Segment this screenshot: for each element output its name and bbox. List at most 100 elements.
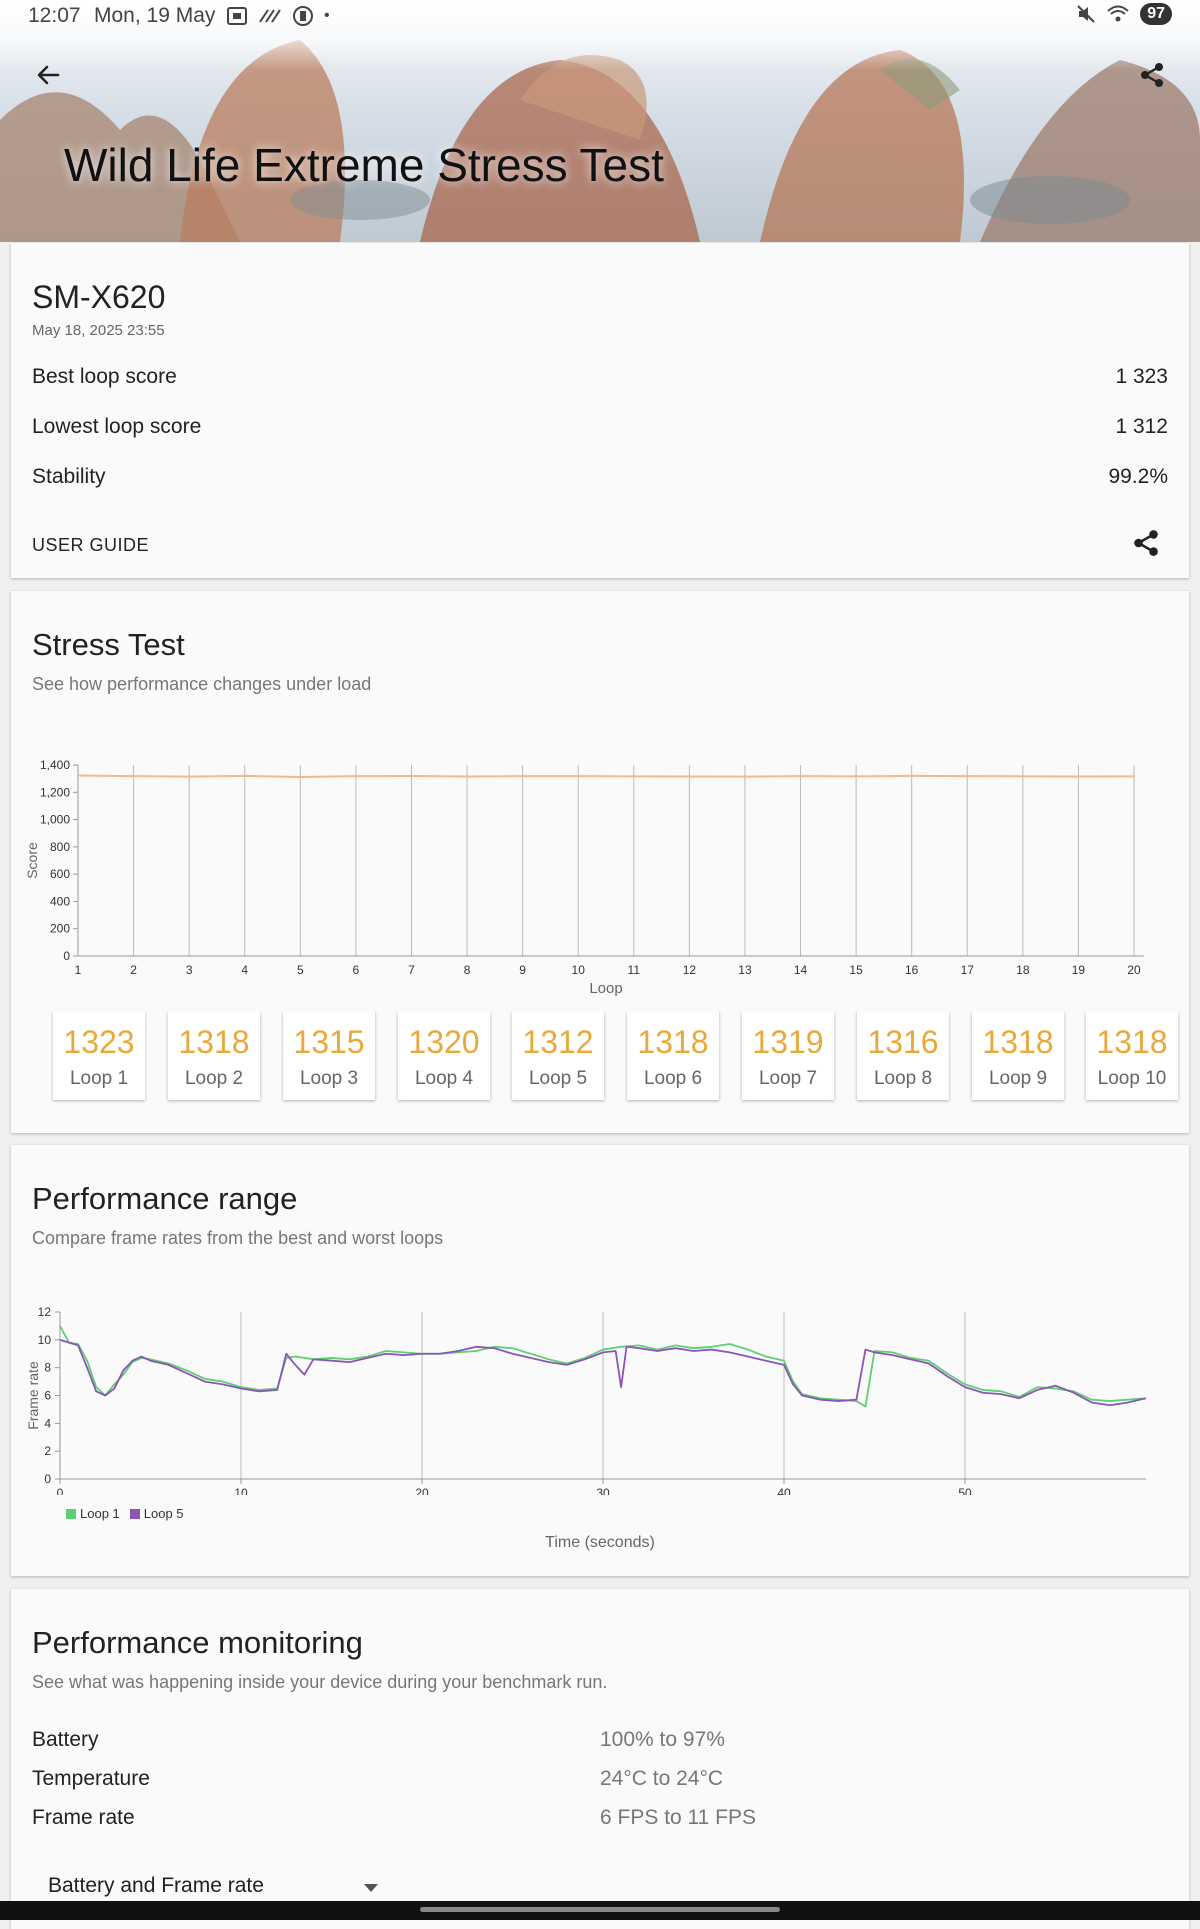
status-date: Mon, 19 May xyxy=(94,4,216,27)
x-tick-label: 2 xyxy=(130,963,137,977)
dropdown-value: Battery and Frame rate xyxy=(48,1874,264,1897)
loop-label: Loop 1 xyxy=(69,1068,129,1089)
score-point xyxy=(910,774,913,778)
loop-tile[interactable]: 1319 Loop 7 xyxy=(742,1012,834,1100)
y-tick-label: 1,400 xyxy=(40,758,70,772)
score-point xyxy=(1021,775,1025,778)
legend-swatch xyxy=(66,1509,76,1519)
chart-legend: Loop 1 Loop 5 xyxy=(66,1506,184,1521)
loop-label: Loop 8 xyxy=(873,1068,933,1089)
loop-tile[interactable]: 1316 Loop 8 xyxy=(857,1012,949,1100)
test-date: May 18, 2025 23:55 xyxy=(32,322,165,339)
x-tick-label: 5 xyxy=(297,963,304,977)
x-tick-label: 30 xyxy=(596,1486,610,1495)
section-title: Performance range xyxy=(32,1181,298,1216)
row-value: 99.2% xyxy=(1108,465,1168,488)
y-tick-label: 800 xyxy=(50,840,70,854)
dot-icon: • xyxy=(324,7,330,24)
score-point xyxy=(966,774,969,778)
loop-score: 1315 xyxy=(293,1024,365,1060)
wifi-icon xyxy=(1107,5,1129,22)
x-tick-label: 13 xyxy=(738,963,752,977)
loop-label: Loop 9 xyxy=(988,1068,1048,1089)
row-label: Stability xyxy=(32,465,106,488)
loop-tile[interactable]: 1318 Loop 2 xyxy=(168,1012,260,1100)
legend-swatch xyxy=(129,1509,140,1519)
loop-tile[interactable]: 1318 Loop 6 xyxy=(627,1012,719,1100)
loop-label: Loop 3 xyxy=(299,1068,359,1089)
y-tick-label: 12 xyxy=(38,1305,52,1319)
navigation-bar xyxy=(0,1901,1200,1920)
row-value: 6 FPS to 11 FPS xyxy=(600,1806,757,1829)
score-point xyxy=(799,774,802,778)
x-tick-label: 6 xyxy=(353,963,360,977)
score-point xyxy=(632,775,635,778)
score-point xyxy=(243,774,246,778)
frame-rate-chart: 0 2 4 6 8 10 12 0 10 20 30 40 50 Frame rate xyxy=(25,1305,1147,1495)
y-tick-label: 10 xyxy=(38,1333,52,1347)
x-axis-title: Loop xyxy=(589,980,622,997)
stress-test-card: Stress Test See how performance changes … xyxy=(11,591,1189,1133)
score-point xyxy=(299,775,302,779)
loop-label: Loop 7 xyxy=(758,1068,818,1089)
x-tick-label: 3 xyxy=(186,963,193,977)
loop-score: 1318 xyxy=(1096,1024,1168,1060)
x-tick-label: 15 xyxy=(849,963,863,977)
x-tick-label: 40 xyxy=(777,1486,791,1495)
performance-monitoring-card: Performance monitoring See what was happ… xyxy=(11,1589,1189,1929)
x-tick-label: 20 xyxy=(1127,963,1141,977)
loop-label: Loop 10 xyxy=(1097,1068,1167,1089)
loop-score: 1320 xyxy=(408,1024,480,1060)
loop-tile[interactable]: 1320 Loop 4 xyxy=(398,1012,490,1100)
loop-label: Loop 5 xyxy=(528,1068,588,1089)
x-tick-label: 17 xyxy=(961,963,975,977)
summary-card: SM-X620 May 18, 2025 23:55 Best loop sco… xyxy=(11,243,1189,578)
screenshot-icon xyxy=(227,7,247,25)
user-guide-link[interactable]: USER GUIDE xyxy=(32,535,149,556)
performance-range-card: Performance range Compare frame rates fr… xyxy=(11,1145,1189,1576)
x-tick-label: 19 xyxy=(1072,963,1086,977)
mute-icon xyxy=(1077,5,1095,23)
y-tick-label: 1,000 xyxy=(40,813,70,827)
score-point xyxy=(1132,775,1136,778)
loop-tile[interactable]: 1323 Loop 1 xyxy=(53,1012,145,1100)
loop-score: 1323 xyxy=(63,1024,135,1060)
loop-tile[interactable]: 1315 Loop 3 xyxy=(283,1012,375,1100)
share-result-button[interactable] xyxy=(1131,528,1165,562)
loop-score: 1318 xyxy=(178,1024,250,1060)
score-point xyxy=(76,774,80,777)
y-tick-label: 6 xyxy=(44,1389,51,1403)
loop-tile[interactable]: 1318 Loop 10 xyxy=(1086,1012,1178,1100)
x-tick-label: 9 xyxy=(519,963,526,977)
section-title: Stress Test xyxy=(32,627,185,662)
battery-icon: 97 xyxy=(1140,3,1172,25)
y-axis-title: Score xyxy=(24,842,40,879)
header-banner: Wild Life Extreme Stress Test xyxy=(0,0,1200,242)
row-value: 1 323 xyxy=(1115,365,1168,388)
loop-tile[interactable]: 1318 Loop 9 xyxy=(972,1012,1064,1100)
home-gesture-handle[interactable] xyxy=(420,1907,780,1912)
row-value: 100% to 97% xyxy=(600,1728,725,1751)
loop-score: 1318 xyxy=(982,1024,1054,1060)
back-button[interactable] xyxy=(28,55,68,95)
row-value: 1 312 xyxy=(1115,415,1168,438)
score-point xyxy=(577,774,580,778)
y-tick-label: 4 xyxy=(44,1416,51,1430)
status-time: 12:07 xyxy=(28,4,81,27)
section-subtitle: Compare frame rates from the best and wo… xyxy=(32,1228,444,1248)
y-tick-label: 2 xyxy=(44,1444,51,1458)
legend-item-loop-1[interactable]: Loop 1 xyxy=(66,1506,120,1521)
score-point xyxy=(688,775,691,778)
loop-tile[interactable]: 1312 Loop 5 xyxy=(512,1012,604,1100)
device-name: SM-X620 xyxy=(32,279,166,315)
loop-score: 1318 xyxy=(637,1024,709,1060)
status-icons-right: 97 xyxy=(1076,3,1172,25)
x-tick-label: 10 xyxy=(572,963,586,977)
legend-item-loop-5[interactable]: Loop 5 xyxy=(129,1506,184,1521)
loop-scores-strip[interactable]: 1323 Loop 1 1318 Loop 2 1315 Loop 3 1320 Loo… xyxy=(41,1012,1181,1108)
score-point xyxy=(743,775,747,778)
y-tick-label: 8 xyxy=(44,1361,51,1375)
x-tick-label: 11 xyxy=(628,963,641,977)
share-button[interactable] xyxy=(1132,55,1172,95)
score-point xyxy=(132,774,135,778)
